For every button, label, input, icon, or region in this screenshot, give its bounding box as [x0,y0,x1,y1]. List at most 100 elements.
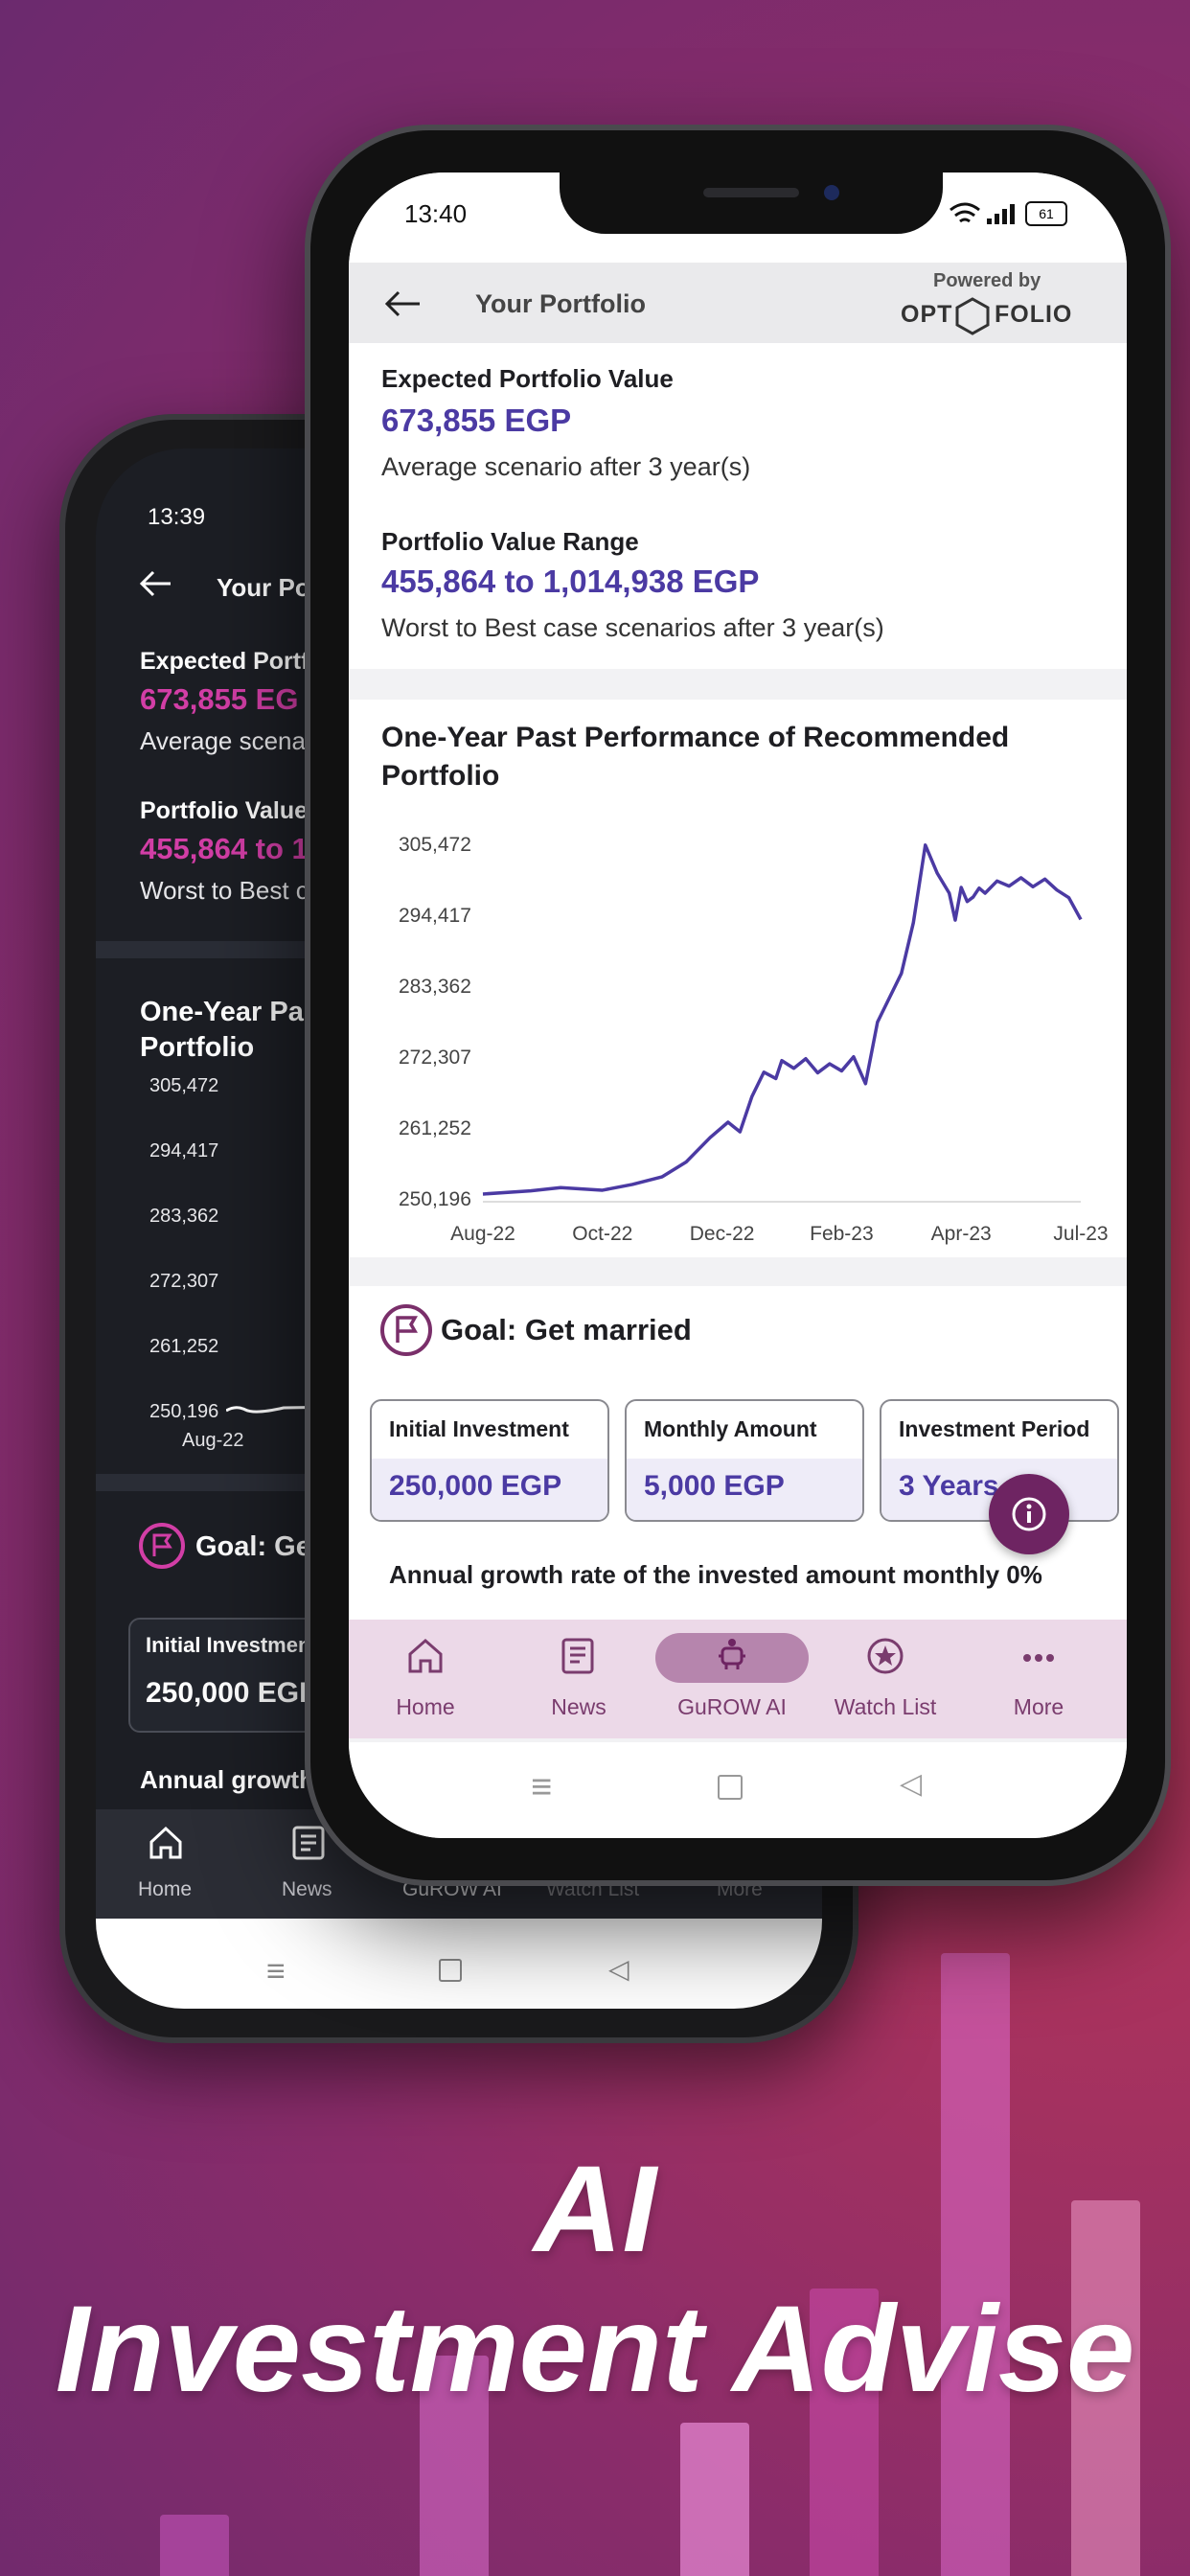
front-notch [560,172,943,234]
optfolio-logo-icon [955,297,990,335]
y-tick-label: 261,252 [399,1117,471,1139]
y-tick-label: 272,307 [399,1046,471,1069]
back-range-value: 455,864 to 1 [140,832,309,865]
nav-item-watch-list[interactable]: Watch List [809,1620,962,1738]
front-camera [824,185,839,200]
headline-line1: AI [534,2141,656,2278]
x-tick-label: Feb-23 [810,1223,874,1245]
back-sys-back-icon[interactable]: ◁ [608,1953,629,1985]
x-tick-label: Jul-23 [1053,1223,1108,1245]
back-goal-flag-icon [139,1523,185,1569]
back-chart-title: One-Year Pas Portfolio [140,997,319,1063]
performance-chart: 305,472 294,417 283,362 272,307 261,252 250,1… [399,834,1109,1245]
back-arrow-icon[interactable] [138,569,172,598]
back-y-tick: 261,252 [149,1336,219,1357]
x-tick-label: Aug-22 [450,1223,515,1245]
back-triangle-icon[interactable]: ◁ [900,1767,922,1801]
monthly-amount-card[interactable]: Monthly Amount 5,000 EGP [625,1399,864,1522]
back-news-icon[interactable] [291,1825,326,1861]
front-phone-screen: 13:40 61 Your Portfolio Powered by OPT F… [349,172,1127,1838]
range-value: 455,864 to 1,014,938 EGP [381,564,760,599]
y-tick-label: 283,362 [399,976,471,998]
goal-section: Goal: Get married Initial Investment 250… [349,1286,1127,1652]
x-tick-label: Oct-22 [572,1223,632,1245]
back-y-tick: 272,307 [149,1271,219,1292]
signal-icon [987,204,1015,224]
portfolio-summary: Expected Portfolio Value 673,855 EGP Ave… [349,343,1127,669]
more-icon [1023,1654,1054,1662]
page-title: Your Portfolio [475,289,646,318]
headline-line2: Investment Advise [55,2281,1135,2418]
battery-icon: 61 [1025,201,1067,226]
x-tick-label: Apr-23 [931,1223,992,1245]
battery-level: 61 [1039,206,1054,221]
back-arrow-icon[interactable] [383,289,422,318]
nav-item-news[interactable]: News [502,1620,655,1738]
info-icon [1012,1497,1046,1531]
annual-growth-text: Annual growth rate of the invested amoun… [389,1560,1042,1589]
y-tick-label: 305,472 [399,834,471,856]
back-sys-menu-icon[interactable]: ≡ [266,1953,286,1990]
back-nav-home[interactable]: Home [138,1878,192,1901]
card-value-box: 5,000 EGP [627,1459,862,1520]
status-time: 13:40 [404,199,468,228]
back-x-tick: Aug-22 [182,1430,244,1451]
back-home-icon[interactable] [148,1825,184,1861]
brand-logo-left: OPT [901,301,953,328]
expected-label: Expected Portfolio Value [381,364,674,393]
back-expected-sub: Average scenar [140,726,314,755]
initial-investment-card[interactable]: Initial Investment 250,000 EGP [370,1399,609,1522]
expected-value: 673,855 EGP [381,402,572,438]
range-sub: Worst to Best case scenarios after 3 yea… [381,613,884,642]
back-y-tick: 283,362 [149,1206,219,1227]
back-y-tick: 250,196 [149,1401,219,1422]
back-system-bar: ≡ ◁ [96,1919,822,2009]
card-value: 5,000 EGP [644,1470,785,1502]
home-square-icon[interactable] [718,1775,743,1800]
back-page-title: Your Po [217,573,310,602]
goal-flag-icon [380,1304,432,1356]
range-label: Portfolio Value Range [381,527,639,556]
star-icon [867,1638,904,1674]
app-header: Your Portfolio Powered by OPT FOLIO [349,263,1127,343]
nav-label: GuROW AI [677,1694,787,1719]
card-value: 250,000 EGP [389,1470,562,1502]
front-phone: 13:40 61 Your Portfolio Powered by OPT F… [305,125,1171,1886]
nav-label: More [1013,1694,1064,1719]
system-nav-bar: ≡ ◁ [349,1742,1127,1838]
bg-bar-3 [680,2423,749,2576]
wifi-icon [950,202,980,223]
brand-logo-right: FOLIO [995,301,1073,328]
news-icon [561,1638,594,1674]
info-fab[interactable] [989,1474,1069,1554]
back-expected-label: Expected Portf [140,648,309,675]
back-y-tick: 294,417 [149,1140,219,1162]
back-range-sub: Worst to Best c [140,876,309,905]
back-expected-value: 673,855 EG [140,682,299,716]
back-status-time: 13:39 [148,504,206,530]
back-annual-text: Annual growth [140,1765,314,1794]
nav-label: Home [396,1694,455,1719]
series-line [482,843,1083,1196]
nav-item-home[interactable]: Home [349,1620,502,1738]
back-initial-value: 250,000 EGP [146,1677,319,1709]
nav-item-gurow-ai[interactable]: GuROW AI [655,1620,809,1738]
card-label: Monthly Amount [644,1416,817,1441]
recent-apps-icon[interactable]: ≡ [531,1767,552,1808]
card-value: 3 Years [899,1470,999,1502]
nav-label: News [551,1694,606,1719]
back-sys-home-icon[interactable] [439,1959,462,1982]
nav-item-more[interactable]: More [962,1620,1115,1738]
goal-title: Goal: Get married [441,1313,692,1346]
back-y-tick: 305,472 [149,1075,219,1096]
x-tick-label: Dec-22 [690,1223,755,1245]
back-nav-news[interactable]: News [282,1878,332,1901]
back-range-label: Portfolio Value [140,797,309,824]
powered-by-label: Powered by [933,270,1041,291]
speaker-grille [703,188,799,197]
back-goal-title: Goal: Get [195,1531,321,1562]
card-value-box: 250,000 EGP [372,1459,607,1520]
y-tick-label: 294,417 [399,905,471,927]
card-label: Investment Period [899,1416,1090,1441]
robot-icon [719,1639,745,1669]
